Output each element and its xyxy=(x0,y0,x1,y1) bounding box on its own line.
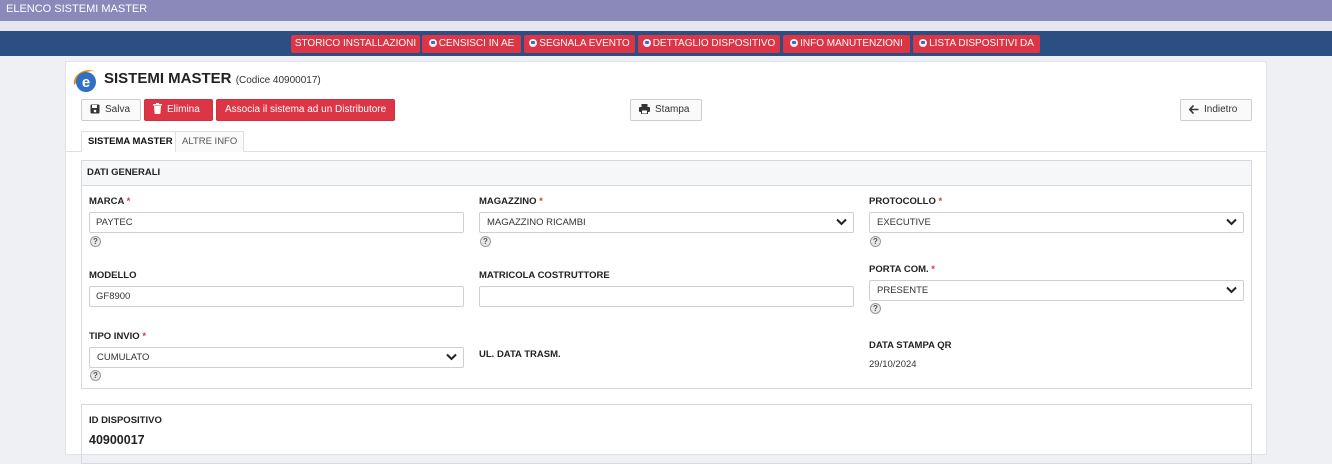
tabs-divider xyxy=(66,151,1266,152)
help-icon[interactable]: ? xyxy=(480,236,491,247)
page-title: SISTEMI MASTER (Codice 40900017) xyxy=(104,70,321,87)
agenzia-entrate-icon xyxy=(790,38,799,47)
modello-value: GF8900 xyxy=(96,291,131,302)
tab-label: ALTRE INFO xyxy=(182,136,238,147)
chevron-down-icon xyxy=(1226,218,1237,226)
porta-label: PORTA COM. * xyxy=(869,264,935,275)
nav-label: LISTA DISPOSITIVI DA xyxy=(929,38,1034,49)
print-label: Stampa xyxy=(655,104,690,115)
save-button[interactable]: Salva xyxy=(81,99,141,121)
required-mark: * xyxy=(126,196,131,207)
data-stampa-label: DATA STAMPA QR xyxy=(869,340,952,351)
topbar-separator xyxy=(0,21,1332,31)
ul-data-trasm-label: UL. DATA TRASM. xyxy=(479,349,561,360)
device-id-label: ID DISPOSITIVO xyxy=(89,415,162,426)
tab-sistema-master[interactable]: SISTEMA MASTER xyxy=(81,131,180,152)
action-navbar: STORICO INSTALLAZIONI CENSISCI IN AE SEG… xyxy=(0,31,1332,56)
data-stampa-label-text: DATA STAMPA QR xyxy=(869,340,952,351)
required-mark: * xyxy=(539,196,543,207)
marca-label: MARCA * xyxy=(89,196,130,207)
agenzia-entrate-icon xyxy=(428,38,438,47)
svg-text:e: e xyxy=(82,74,90,91)
help-icon[interactable]: ? xyxy=(870,236,881,247)
chevron-down-icon xyxy=(446,353,457,361)
magazzino-label: MAGAZZINO * xyxy=(479,196,543,207)
protocollo-label-text: PROTOCOLLO xyxy=(869,196,936,207)
tipo-invio-label-text: TIPO INVIO xyxy=(89,331,140,342)
device-id-value: 40900017 xyxy=(89,433,145,447)
floppy-disk-icon xyxy=(90,104,100,114)
back-label: Indietro xyxy=(1204,104,1238,115)
protocollo-select[interactable]: EXECUTIVE xyxy=(869,212,1244,233)
tab-label: SISTEMA MASTER xyxy=(88,136,173,147)
trash-icon xyxy=(153,103,162,114)
modello-label-text: MODELLO xyxy=(89,270,137,281)
back-button[interactable]: Indietro xyxy=(1180,99,1252,121)
nav-segnala-evento-button[interactable]: SEGNALA EVENTO xyxy=(524,35,635,53)
tab-altre-info[interactable]: ALTRE INFO xyxy=(175,131,245,152)
magazzino-select[interactable]: MAGAZZINO RICAMBI xyxy=(479,212,854,233)
nav-label: STORICO INSTALLAZIONI xyxy=(294,38,417,49)
required-mark: * xyxy=(142,331,147,342)
save-label: Salva xyxy=(105,104,131,115)
marca-value: PAYTEC xyxy=(96,217,133,228)
tipo-invio-label: TIPO INVIO * xyxy=(89,331,146,342)
printer-icon xyxy=(639,104,650,115)
matricola-label-text: MATRICOLA COSTRUTTORE xyxy=(479,270,610,281)
help-icon[interactable]: ? xyxy=(90,370,101,381)
protocollo-value: EXECUTIVE xyxy=(877,217,931,228)
app-logo-icon: e xyxy=(73,70,97,92)
data-stampa-value: 29/10/2024 xyxy=(869,359,917,370)
protocollo-label: PROTOCOLLO * xyxy=(869,196,942,207)
chevron-down-icon xyxy=(1226,286,1237,294)
magazzino-label-text: MAGAZZINO xyxy=(479,196,537,207)
porta-select[interactable]: PRESENTE xyxy=(869,280,1244,301)
arrow-left-icon xyxy=(1188,104,1199,115)
delete-button[interactable]: Elimina xyxy=(144,99,213,121)
nav-label: SEGNALA EVENTO xyxy=(539,38,630,49)
topbar-title: ELENCO SISTEMI MASTER xyxy=(6,3,148,15)
nav-censisci-ae-button[interactable]: CENSISCI IN AE xyxy=(422,35,521,53)
ul-data-trasm-label-text: UL. DATA TRASM. xyxy=(479,349,561,360)
required-mark: * xyxy=(938,196,943,207)
agenzia-entrate-icon xyxy=(919,38,928,47)
assign-label: Associa il sistema ad un Distributore xyxy=(225,104,387,115)
porta-value: PRESENTE xyxy=(877,285,929,296)
section-heading: DATI GENERALI xyxy=(82,161,1251,186)
help-icon[interactable]: ? xyxy=(90,236,101,247)
main-panel: e SISTEMI MASTER (Codice 40900017) Salva… xyxy=(65,61,1267,464)
modello-field[interactable]: GF8900 xyxy=(89,286,464,307)
general-data-section: DATI GENERALI MARCA * PAYTEC ? MAGAZZINO… xyxy=(81,160,1252,389)
page-title-text: SISTEMI MASTER xyxy=(104,70,232,87)
matricola-label: MATRICOLA COSTRUTTORE xyxy=(479,270,610,281)
agenzia-entrate-icon xyxy=(529,38,538,47)
matricola-field[interactable] xyxy=(479,286,854,307)
magazzino-value: MAGAZZINO RICAMBI xyxy=(487,217,586,228)
agenzia-entrate-icon xyxy=(642,38,652,47)
tipo-invio-value: CUMULATO xyxy=(97,352,150,363)
nav-label: DETTAGLIO DISPOSITIVO xyxy=(652,38,776,49)
marca-label-text: MARCA xyxy=(89,196,125,207)
nav-storico-installazioni-button[interactable]: STORICO INSTALLAZIONI xyxy=(291,35,420,53)
tipo-invio-select[interactable]: CUMULATO xyxy=(89,347,464,368)
marca-field[interactable]: PAYTEC xyxy=(89,212,464,233)
nav-info-manutenzioni-button[interactable]: INFO MANUTENZIONI xyxy=(783,35,910,53)
delete-label: Elimina xyxy=(167,104,200,115)
required-mark: * xyxy=(931,264,935,275)
assign-distributor-button[interactable]: Associa il sistema ad un Distributore xyxy=(216,99,395,121)
print-button[interactable]: Stampa xyxy=(630,99,702,121)
nav-dettaglio-dispositivo-button[interactable]: DETTAGLIO DISPOSITIVO xyxy=(638,35,780,53)
page-code: (Codice 40900017) xyxy=(235,75,321,86)
porta-label-text: PORTA COM. xyxy=(869,264,929,275)
nav-lista-dispositivi-button[interactable]: LISTA DISPOSITIVI DA xyxy=(913,35,1040,53)
device-id-section: ID DISPOSITIVO 40900017 xyxy=(81,404,1252,464)
help-icon[interactable]: ? xyxy=(870,303,881,314)
nav-label: INFO MANUTENZIONI xyxy=(800,38,903,49)
nav-label: CENSISCI IN AE xyxy=(438,38,515,49)
chevron-down-icon xyxy=(836,218,847,226)
top-title-bar: ELENCO SISTEMI MASTER xyxy=(0,0,1332,21)
modello-label: MODELLO xyxy=(89,270,137,281)
